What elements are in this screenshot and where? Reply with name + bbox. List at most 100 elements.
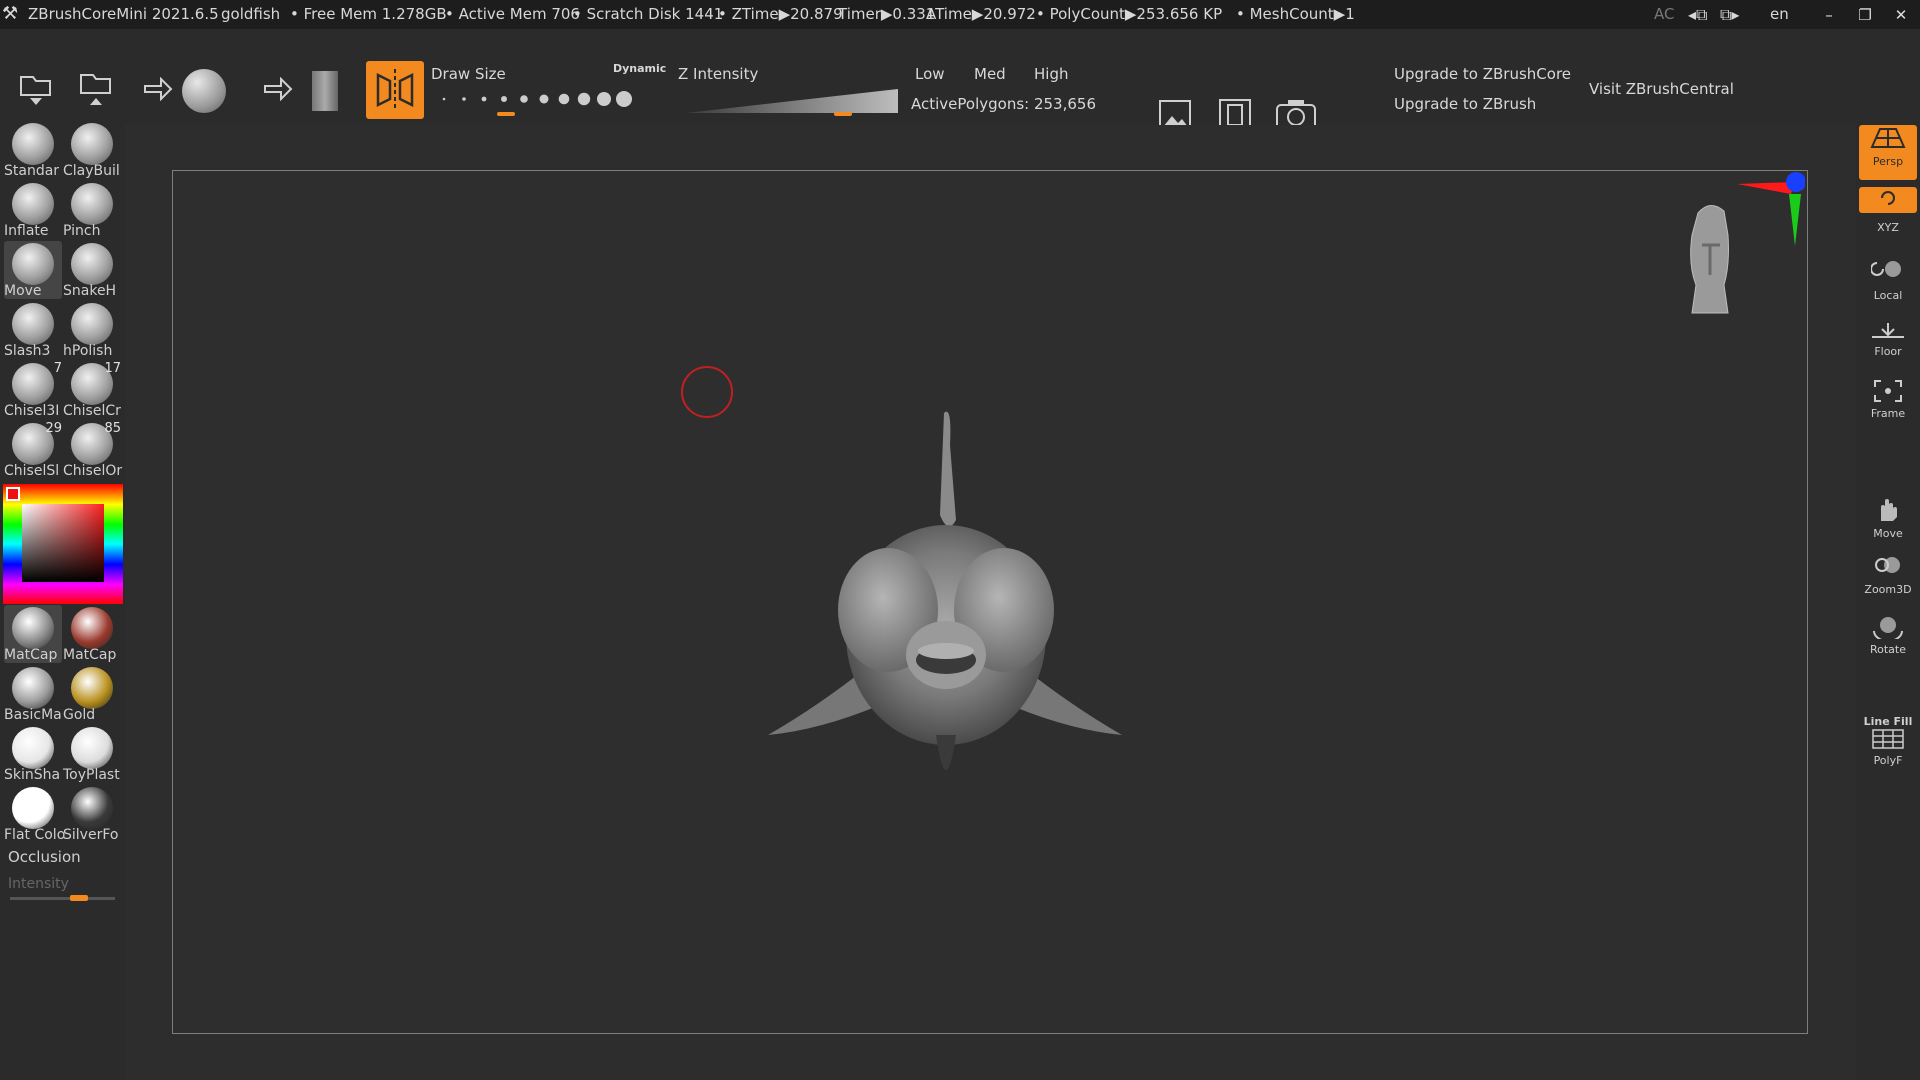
material-label: Flat Colo bbox=[4, 827, 66, 843]
primary-color-swatch[interactable] bbox=[6, 487, 20, 501]
brush-slash3[interactable]: Slash3 bbox=[4, 301, 62, 359]
upgrade-zbrushcore-link[interactable]: Upgrade to ZBrushCore bbox=[1394, 65, 1571, 83]
persp-button[interactable]: Persp bbox=[1859, 125, 1917, 180]
color-picker-saturation-box[interactable] bbox=[22, 504, 104, 582]
move-view-button[interactable]: Move bbox=[1859, 495, 1917, 540]
restore-button[interactable]: ❐ bbox=[1848, 2, 1882, 28]
brush-thumbnail-icon bbox=[71, 303, 113, 345]
minimize-button[interactable]: – bbox=[1812, 2, 1846, 28]
draw-size-dots[interactable] bbox=[436, 87, 656, 117]
material-matcap-1[interactable]: MatCap bbox=[63, 605, 121, 663]
active-polygons: ActivePolygons: 253,656 bbox=[911, 95, 1097, 113]
title-bar: ⚒ ZBrushCoreMini 2021.6.5 goldfish • Fre… bbox=[0, 0, 1920, 29]
brush-thumbnail-icon bbox=[12, 123, 54, 165]
high-button[interactable]: High bbox=[1034, 65, 1068, 83]
material-flatcolo-6[interactable]: Flat Colo bbox=[4, 785, 65, 843]
brush-thumbnail-icon bbox=[12, 363, 54, 405]
left-shelf: Standar ClayBuil Inflate Pinch Move SnakeH Sla… bbox=[0, 123, 125, 1080]
brush-label: SnakeH bbox=[63, 283, 117, 299]
material-label: MatCap bbox=[4, 647, 58, 663]
brush-label: ChiselCr bbox=[63, 403, 121, 419]
color-picker-hue-ring[interactable] bbox=[3, 484, 123, 604]
polyframe-button[interactable]: Line Fill PolyF bbox=[1859, 715, 1917, 767]
ac-indicator: AC bbox=[1654, 5, 1675, 23]
draw-size-slider-knob[interactable] bbox=[497, 112, 515, 116]
language[interactable]: en bbox=[1770, 5, 1789, 23]
material-sphere-icon bbox=[71, 667, 113, 709]
ztime: • ZTime▶20.879 bbox=[718, 5, 843, 23]
layout-prev-icon[interactable]: ◂⧉ bbox=[1688, 5, 1707, 25]
brush-hpolish[interactable]: hPolish bbox=[63, 301, 121, 359]
brush-count-badge: 85 bbox=[104, 421, 121, 436]
material-sphere-icon bbox=[71, 727, 113, 769]
navigation-head-icon[interactable] bbox=[1680, 195, 1740, 325]
brush-label: ClayBuil bbox=[63, 163, 120, 179]
free-mem: • Free Mem 1.278GB bbox=[290, 5, 447, 23]
close-button[interactable]: ✕ bbox=[1884, 2, 1918, 28]
brush-inflate[interactable]: Inflate bbox=[4, 181, 62, 239]
refresh-icon bbox=[1881, 191, 1895, 205]
local-icon bbox=[1870, 261, 1901, 277]
material-label: SilverFo bbox=[63, 827, 119, 843]
active-mem: • Active Mem 706 bbox=[445, 5, 580, 23]
brush-label: Inflate bbox=[4, 223, 49, 239]
floor-button[interactable]: Floor bbox=[1859, 319, 1917, 358]
right-shelf: Persp XYZ Local Floor Frame Move Zoom3D … bbox=[1856, 125, 1920, 1080]
intensity-slider-track[interactable] bbox=[10, 897, 115, 900]
material-skinsha-4[interactable]: SkinSha bbox=[4, 725, 62, 783]
low-button[interactable]: Low bbox=[915, 65, 945, 83]
symmetry-button[interactable] bbox=[366, 61, 424, 119]
material-matcap-0[interactable]: MatCap bbox=[4, 605, 62, 663]
save-file-icon[interactable] bbox=[78, 67, 114, 107]
z-intensity-ramp[interactable] bbox=[686, 87, 900, 117]
z-intensity-slider-knob[interactable] bbox=[834, 112, 852, 116]
material-basicma-2[interactable]: BasicMa bbox=[4, 665, 62, 723]
brush-snakeh[interactable]: SnakeH bbox=[63, 241, 121, 299]
axis-gizmo-icon[interactable] bbox=[1735, 170, 1805, 250]
floor-icon bbox=[1872, 323, 1904, 338]
zbrush-logo-icon: ⚒ bbox=[2, 3, 19, 24]
brush-thumbnail-icon bbox=[12, 183, 54, 225]
brush-count-badge: 17 bbox=[104, 361, 121, 376]
material-gold-3[interactable]: Gold bbox=[63, 665, 121, 723]
floor-toggle-button[interactable] bbox=[1859, 187, 1917, 213]
frame-button[interactable]: Frame bbox=[1859, 377, 1917, 420]
material-label: BasicMa bbox=[4, 707, 62, 723]
brush-move[interactable]: Move bbox=[4, 241, 62, 299]
rotate-icon bbox=[1873, 617, 1903, 642]
current-tool-sphere-icon[interactable] bbox=[182, 69, 226, 113]
xyz-button[interactable]: XYZ bbox=[1859, 221, 1917, 234]
med-button[interactable]: Med bbox=[974, 65, 1006, 83]
brush-chiselsl[interactable]: ChiselSl 29 bbox=[4, 421, 62, 479]
brush-standar[interactable]: Standar bbox=[4, 121, 62, 179]
brush-chiselcr[interactable]: ChiselCr 17 bbox=[63, 361, 121, 419]
material-label: SkinSha bbox=[4, 767, 61, 783]
visit-zbrushcentral-link[interactable]: Visit ZBrushCentral bbox=[1589, 80, 1734, 98]
brush-label: ChiselOr bbox=[63, 463, 123, 479]
material-sphere-icon bbox=[71, 607, 113, 649]
brush-pinch[interactable]: Pinch bbox=[63, 181, 121, 239]
brush-chiselor[interactable]: ChiselOr 85 bbox=[63, 421, 122, 479]
texture-arrow-icon bbox=[264, 77, 293, 101]
brush-claybuil[interactable]: ClayBuil bbox=[63, 121, 121, 179]
brush-label: Move bbox=[4, 283, 42, 299]
brush-label: Slash3 bbox=[4, 343, 51, 359]
goldfish-model[interactable] bbox=[760, 405, 1130, 805]
material-swatch-icon[interactable] bbox=[312, 71, 338, 111]
rotate-button[interactable]: Rotate bbox=[1859, 611, 1917, 656]
dynamic-toggle[interactable]: Dynamic bbox=[613, 62, 666, 75]
rotate-label: Rotate bbox=[1869, 643, 1906, 656]
local-button[interactable]: Local bbox=[1859, 257, 1917, 302]
frame-label: Frame bbox=[1870, 407, 1906, 420]
brush-label: ChiselSl bbox=[4, 463, 60, 479]
open-file-icon[interactable] bbox=[18, 67, 54, 107]
upgrade-zbrush-link[interactable]: Upgrade to ZBrush bbox=[1394, 95, 1536, 113]
brush-chisel3i[interactable]: Chisel3I 7 bbox=[4, 361, 62, 419]
material-silverfo-7[interactable]: SilverFo bbox=[63, 785, 121, 843]
polycount: • PolyCount▶253.656 KP bbox=[1036, 5, 1223, 23]
material-sphere-icon bbox=[71, 787, 113, 829]
layout-next-icon[interactable]: ⧉▸ bbox=[1720, 5, 1739, 25]
zoom3d-button[interactable]: Zoom3D bbox=[1859, 553, 1917, 596]
material-toyplast-5[interactable]: ToyPlast bbox=[63, 725, 121, 783]
intensity-slider-knob[interactable] bbox=[70, 895, 88, 901]
